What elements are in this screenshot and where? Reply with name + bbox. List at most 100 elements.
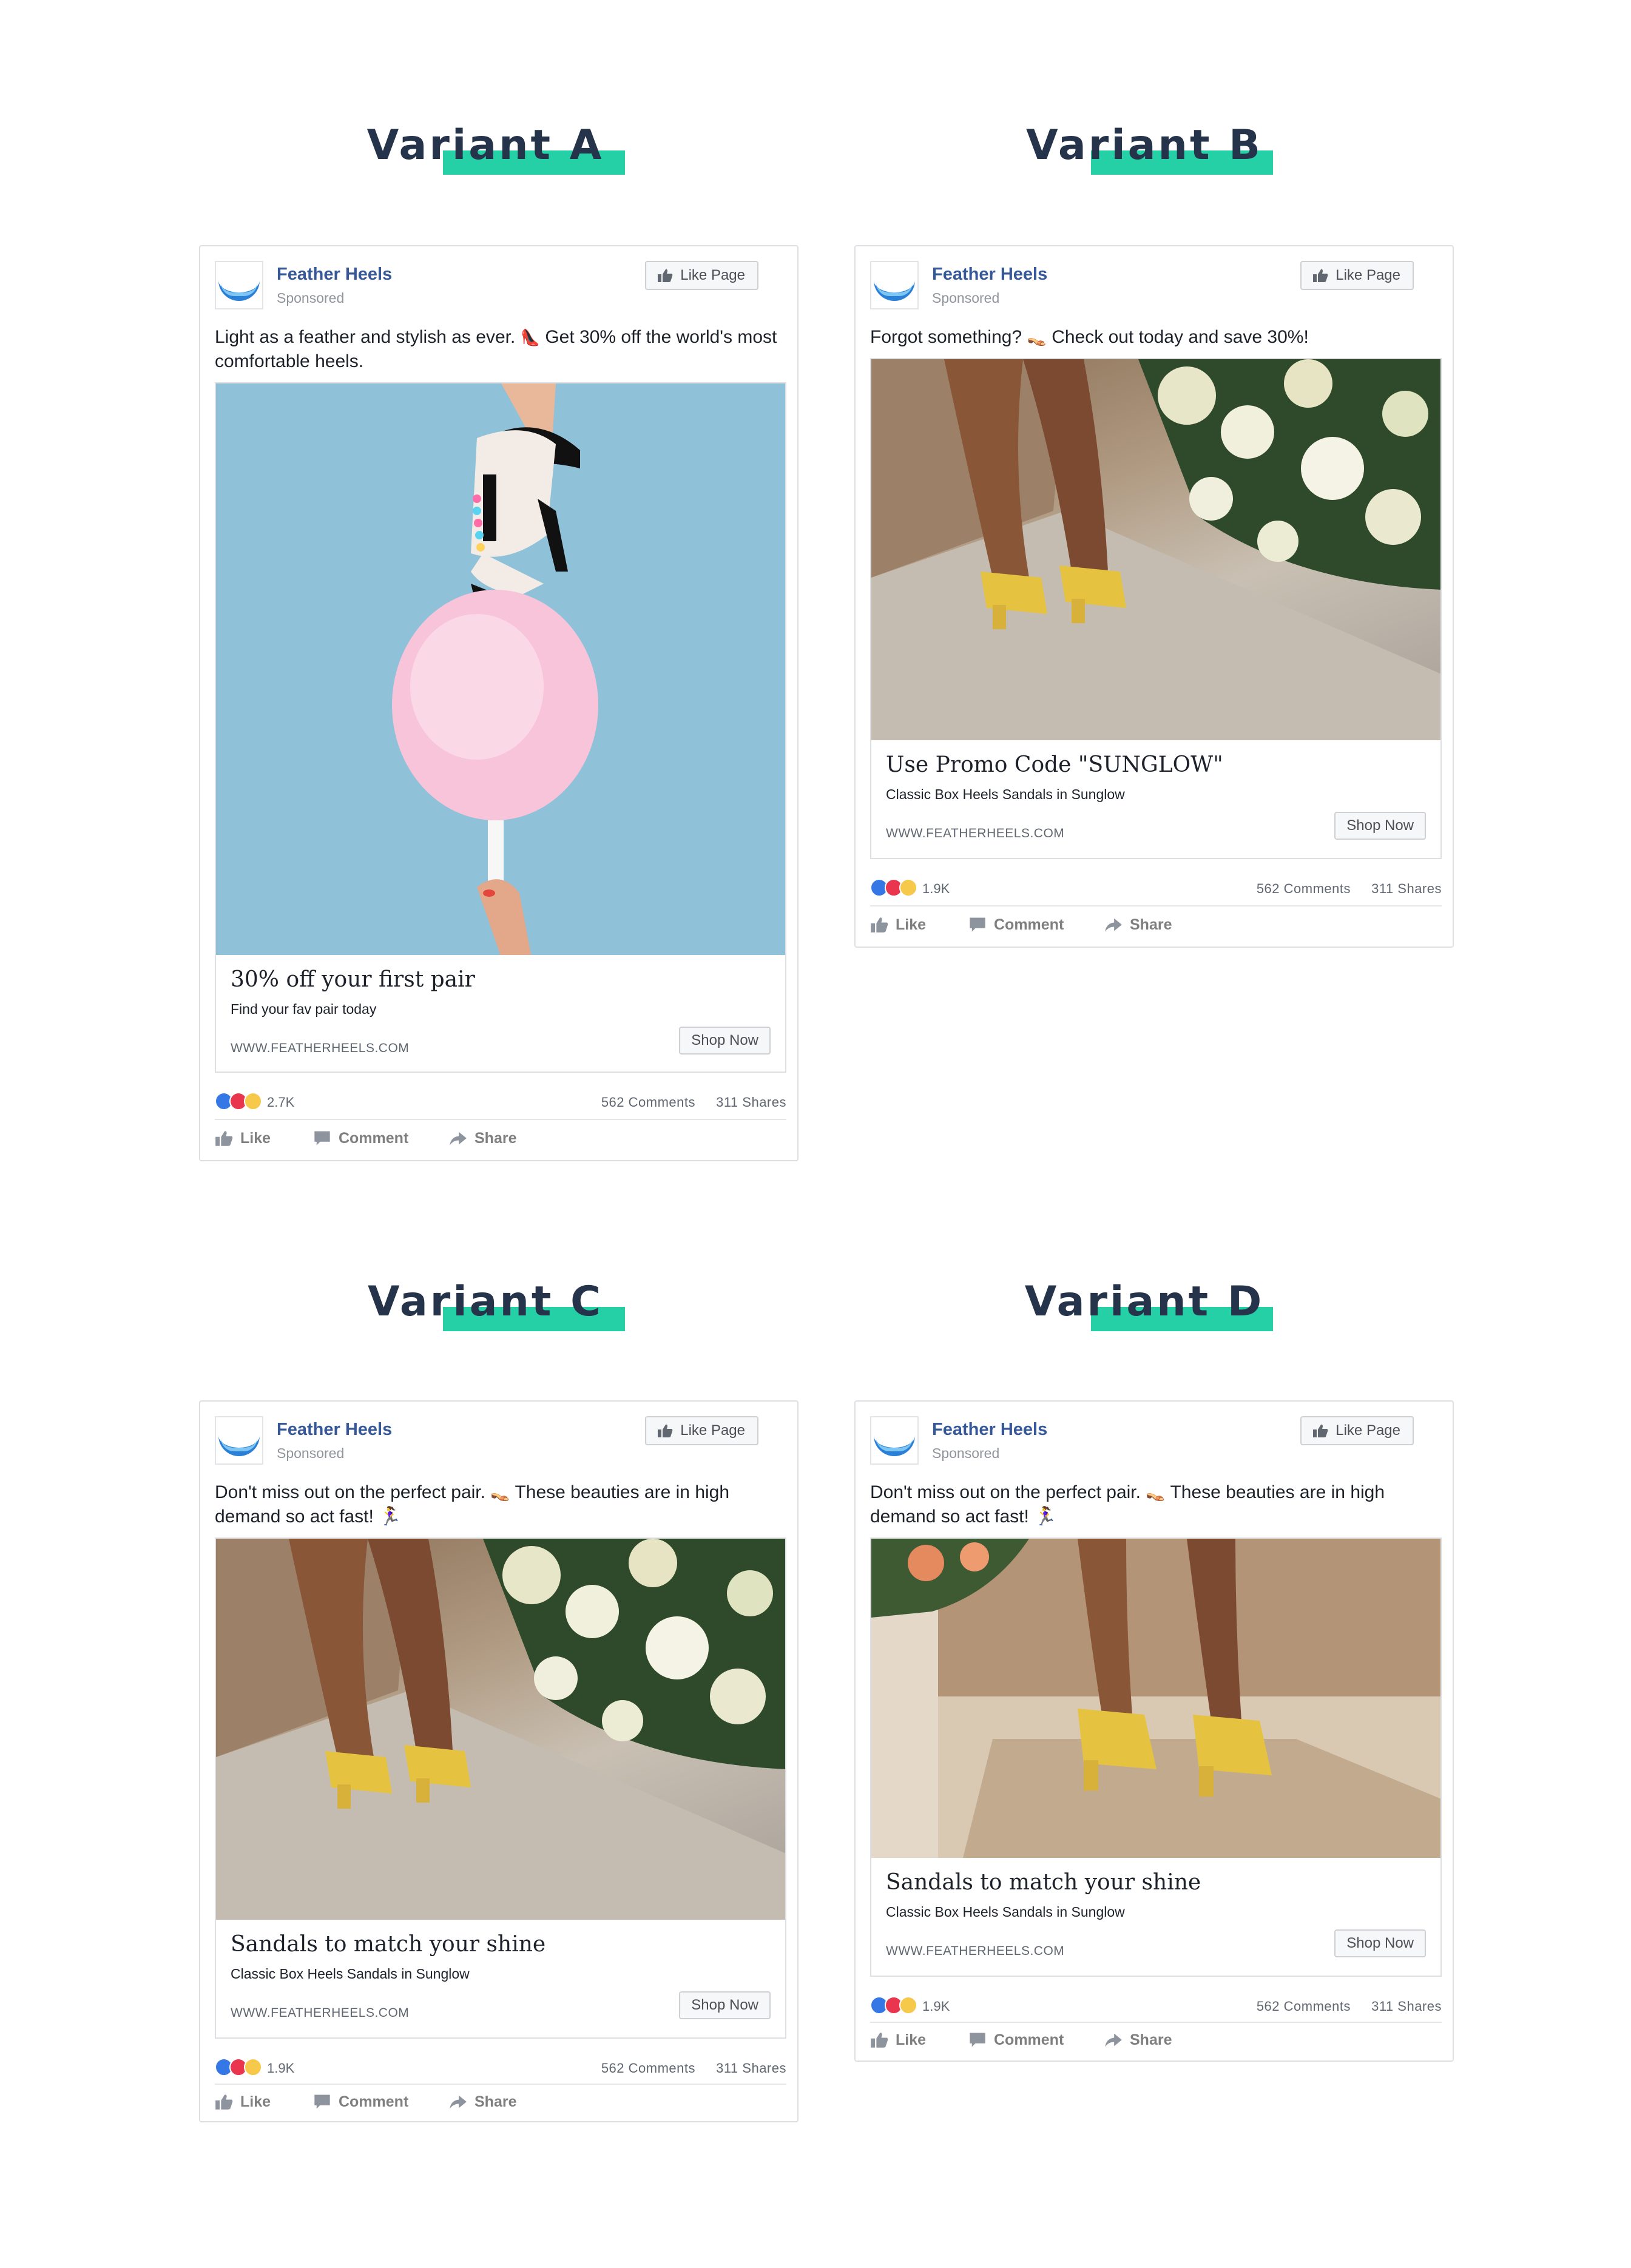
reactions-bar: 1.9K 562 Comments 311 Shares [870,1991,1442,2022]
ad-headline[interactable]: Sandals to match your shine [231,1932,545,1957]
share-label: Share [1130,2031,1172,2048]
share-arrow-icon [450,1132,467,1146]
share-arrow-icon [450,2095,467,2109]
ad-card-variant-a: Feather Heels Sponsored Like Page Light … [199,245,799,1161]
share-count[interactable]: 311 Shares [1371,1999,1442,2014]
reaction-count[interactable]: 1.9K [267,2060,294,2076]
comment-button[interactable]: Comment [313,2093,408,2111]
wow-reaction-icon [899,1996,917,2014]
ad-description: Classic Box Heels Sandals in Sunglow [231,1966,470,1982]
ad-headline[interactable]: Use Promo Code "SUNGLOW" [886,752,1223,777]
ad-primary-text: Don't miss out on the perfect pair. 👡 Th… [870,1480,1440,1529]
link-domain: WWW.FEATHERHEELS.COM [231,2006,410,2020]
share-button[interactable]: Share [449,2093,516,2111]
like-page-button[interactable]: Like Page [645,1416,758,1445]
photo-illustration [871,1539,1440,1858]
sponsored-label: Sponsored [932,290,1000,306]
share-count[interactable]: 311 Shares [1371,881,1442,897]
action-bar: Like Comment Share [870,2027,1442,2057]
wow-reaction-icon [899,879,917,897]
page-name-link[interactable]: Feather Heels [277,1420,392,1440]
page-avatar[interactable] [215,1416,263,1465]
share-count[interactable]: 311 Shares [716,1095,786,1110]
shop-now-button[interactable]: Shop Now [1334,1929,1426,1957]
sandal-emoji-icon: 👡 [490,1483,510,1502]
like-page-button[interactable]: Like Page [645,261,758,290]
sandals-standing-photo[interactable] [870,1537,1442,1859]
page-avatar[interactable] [215,261,263,309]
page-name-link[interactable]: Feather Heels [277,265,392,285]
sandals-on-steps-photo[interactable] [870,358,1442,741]
comment-count[interactable]: 562 Comments [601,1095,695,1110]
share-button[interactable]: Share [449,1130,516,1147]
variant-title-text: Variant A [366,121,604,169]
comment-bubble-icon [314,1131,330,1146]
page-avatar[interactable] [870,261,919,309]
like-page-button[interactable]: Like Page [1300,261,1414,290]
like-page-button[interactable]: Like Page [1300,1416,1414,1445]
comment-label: Comment [994,916,1064,933]
reactions-bar: 1.9K 562 Comments 311 Shares [870,874,1442,904]
share-button[interactable]: Share [1104,916,1172,934]
variant-title-text: Variant C [367,1278,604,1326]
like-button[interactable]: Like [215,2093,271,2111]
ad-headline[interactable]: 30% off your first pair [231,967,475,992]
ad-text-part: Light as a feather and stylish as ever. [215,327,521,347]
sandals-on-steps-photo[interactable] [215,1537,786,1921]
wow-reaction-icon [244,1092,262,1110]
reaction-count[interactable]: 1.9K [922,881,950,897]
comment-count[interactable]: 562 Comments [1257,1999,1351,2014]
ad-text-part: Forgot something? [870,327,1027,347]
sandal-emoji-icon: 👡 [1027,328,1047,346]
comment-button[interactable]: Comment [968,916,1064,934]
variant-title-text: Variant D [1024,1278,1265,1326]
heel-on-cotton-candy-photo[interactable] [215,382,786,956]
comment-button[interactable]: Comment [968,2031,1064,2049]
comment-label: Comment [339,1130,409,1147]
sponsored-label: Sponsored [277,1445,345,1461]
shop-now-button[interactable]: Shop Now [679,1027,771,1055]
like-page-label: Like Page [1336,1422,1400,1439]
comment-label: Comment [339,2093,409,2110]
share-label: Share [474,2093,517,2110]
thumbs-up-icon [658,269,673,282]
shop-now-button[interactable]: Shop Now [679,1991,771,2019]
page-name-link[interactable]: Feather Heels [932,1420,1047,1440]
like-label: Like [896,916,927,933]
ad-header: Feather Heels Sponsored Like Page [856,246,1453,309]
like-label: Like [896,2031,927,2048]
comment-button[interactable]: Comment [313,1130,408,1147]
variant-a-title: Variant A [273,115,698,182]
link-preview[interactable]: 30% off your first pair Find your fav pa… [215,955,786,1073]
link-domain: WWW.FEATHERHEELS.COM [886,826,1065,840]
share-label: Share [1130,916,1172,933]
variant-title-text: Variant B [1026,121,1263,169]
sandal-emoji-icon: 👡 [1146,1483,1166,1502]
comment-bubble-icon [970,917,985,932]
like-button[interactable]: Like [870,916,926,934]
like-button[interactable]: Like [870,2031,926,2049]
share-button[interactable]: Share [1104,2031,1172,2049]
page-name-link[interactable]: Feather Heels [932,265,1047,285]
ad-primary-text: Light as a feather and stylish as ever. … [215,325,785,374]
ad-headline[interactable]: Sandals to match your shine [886,1870,1201,1895]
share-count[interactable]: 311 Shares [716,2060,786,2076]
link-preview[interactable]: Use Promo Code "SUNGLOW" Classic Box Hee… [870,740,1442,859]
like-button[interactable]: Like [215,1130,271,1147]
page-avatar[interactable] [870,1416,919,1465]
ad-description: Classic Box Heels Sandals in Sunglow [886,786,1125,802]
share-arrow-icon [1105,2033,1122,2047]
link-preview[interactable]: Sandals to match your shine Classic Box … [215,1920,786,2039]
divider [215,2084,786,2085]
link-domain: WWW.FEATHERHEELS.COM [231,1041,410,1055]
shop-now-button[interactable]: Shop Now [1334,812,1426,840]
reaction-count[interactable]: 2.7K [267,1095,294,1110]
ad-card-variant-d: Feather Heels Sponsored Like Page Don't … [854,1400,1454,2062]
sponsored-label: Sponsored [932,1445,1000,1461]
link-domain: WWW.FEATHERHEELS.COM [886,1944,1065,1958]
reaction-count[interactable]: 1.9K [922,1999,950,2014]
comment-count[interactable]: 562 Comments [1257,881,1351,897]
comment-count[interactable]: 562 Comments [601,2060,695,2076]
link-preview[interactable]: Sandals to match your shine Classic Box … [870,1858,1442,1977]
ad-description: Classic Box Heels Sandals in Sunglow [886,1904,1125,1920]
